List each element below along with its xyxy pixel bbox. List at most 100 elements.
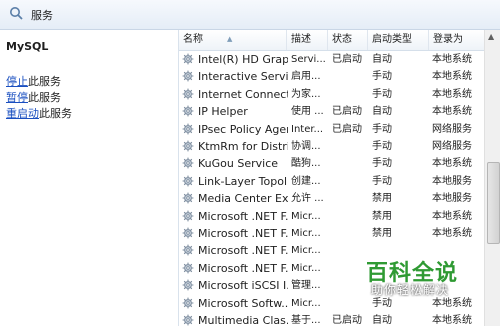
service-description: Micr... xyxy=(291,245,321,257)
table-row[interactable]: Microsoft .NET F... Micr... 禁用 本地系统 xyxy=(179,225,484,242)
column-header-description[interactable]: 描述 xyxy=(287,30,328,50)
table-row[interactable]: Interactive Servi...启用... 手动 本地系统 xyxy=(179,68,484,85)
watermark-subtitle: 助你轻松解决 xyxy=(371,283,450,297)
column-label: 启动类型 xyxy=(372,34,412,45)
service-gear-icon xyxy=(182,157,194,169)
service-status xyxy=(332,242,368,259)
action-stop: 停止此服务 xyxy=(6,73,61,89)
service-description: 使用 ... xyxy=(291,106,324,118)
table-row[interactable]: IPsec Policy Agent Inter... 已启动 手动 网络服务 xyxy=(179,121,484,138)
service-name: Microsoft iSCSI I... xyxy=(198,279,288,293)
table-row[interactable]: IP Helper 使用 ... 已启动 自动 本地系统 xyxy=(179,103,484,120)
service-name-cell: Microsoft .NET F... xyxy=(182,242,288,259)
vertical-scrollbar[interactable]: ▲ xyxy=(484,30,500,326)
service-name: Microsoft .NET F... xyxy=(198,261,288,275)
sort-ascending-icon: ▲ xyxy=(227,35,233,43)
service-gear-icon xyxy=(182,244,194,256)
service-description: 协调... xyxy=(291,141,321,152)
service-name-cell: Internet Connect... xyxy=(182,86,288,103)
table-row[interactable]: Multimedia Clas... 基于... 已启动 自动 本地系统 xyxy=(179,312,484,326)
service-description: 创建... xyxy=(291,175,321,187)
title-bar: 服务 xyxy=(0,0,500,30)
service-name: Microsoft Softw... xyxy=(198,296,288,310)
service-status xyxy=(332,208,368,225)
service-status xyxy=(332,68,368,85)
service-name-cell: Link-Layer Topol... xyxy=(182,173,288,190)
service-description: 为家... xyxy=(291,88,321,100)
service-description: 允许 ... xyxy=(291,193,324,205)
service-startup-type: 禁用 xyxy=(372,210,392,222)
restart-service-link[interactable]: 重启动 xyxy=(6,107,39,120)
service-logon-as: 本地系统 xyxy=(432,54,472,65)
service-startup-type: 禁用 xyxy=(372,228,392,239)
service-description: Inter... xyxy=(291,123,324,135)
service-description: Micr... xyxy=(291,228,321,239)
table-row[interactable]: Intel(R) HD Grap...Servi... 已启动自动 本地系统 xyxy=(179,51,484,68)
service-status xyxy=(332,155,368,172)
scrollbar-thumb[interactable] xyxy=(487,162,500,244)
column-label: 登录为 xyxy=(433,34,463,45)
service-name: IP Helper xyxy=(198,105,248,119)
service-name: IPsec Policy Agent xyxy=(198,122,288,136)
service-gear-icon xyxy=(182,227,194,239)
service-gear-icon xyxy=(182,210,194,222)
service-name-cell: KtmRm for Distri... xyxy=(182,138,288,155)
service-status xyxy=(332,225,368,242)
service-startup-type: 禁用 xyxy=(372,193,392,205)
service-logon-as: 本地服务 xyxy=(432,175,472,187)
service-name: Media Center Ex... xyxy=(198,192,288,206)
table-row[interactable]: Link-Layer Topol... 创建... 手动 本地服务 xyxy=(179,173,484,190)
service-gear-icon xyxy=(182,297,194,309)
service-gear-icon xyxy=(182,175,194,187)
service-name-cell: Media Center Ex... xyxy=(182,190,288,207)
column-header-startup-type[interactable]: 启动类型 xyxy=(368,30,429,50)
service-description: 基于... xyxy=(291,315,321,326)
service-name: KuGou Service xyxy=(198,157,279,171)
service-gear-icon xyxy=(182,123,194,135)
service-name-cell: Multimedia Clas... xyxy=(182,312,288,326)
service-startup-type: 手动 xyxy=(372,141,392,152)
service-status xyxy=(332,295,368,312)
action-restart: 重启动此服务 xyxy=(6,105,72,121)
service-description: 启用... xyxy=(291,71,321,83)
service-status xyxy=(332,260,368,277)
service-name: Interactive Servi... xyxy=(198,70,288,84)
service-logon-as: 本地系统 xyxy=(432,106,472,118)
service-startup-type: 自动 xyxy=(372,315,392,326)
service-description: Micr... xyxy=(291,262,321,274)
service-gear-icon xyxy=(182,70,194,82)
service-name-cell: IP Helper xyxy=(182,103,288,120)
action-suffix: 此服务 xyxy=(28,91,61,104)
table-header: 名称 ▲ 描述 状态 启动类型 登录为 xyxy=(179,30,484,51)
service-description: 酷狗... xyxy=(291,158,321,170)
service-logon-as: 本地系统 xyxy=(432,158,472,170)
column-label: 描述 xyxy=(291,34,311,45)
service-status: 已启动 xyxy=(332,123,362,135)
service-startup-type: 手动 xyxy=(372,88,392,100)
service-name-cell: Microsoft .NET F... xyxy=(182,208,288,225)
column-header-status[interactable]: 状态 xyxy=(328,30,368,50)
service-name: Link-Layer Topol... xyxy=(198,174,288,188)
service-name-cell: Microsoft .NET F... xyxy=(182,225,288,242)
service-name-cell: Interactive Servi... xyxy=(182,68,288,85)
service-name-cell: Microsoft iSCSI I... xyxy=(182,277,288,294)
table-row[interactable]: KtmRm for Distri...协调... 手动 网络服务 xyxy=(179,138,484,155)
table-row[interactable]: Media Center Ex...允许 ... 禁用 本地服务 xyxy=(179,190,484,207)
column-header-name[interactable]: 名称 ▲ xyxy=(179,30,287,50)
scroll-up-icon[interactable]: ▲ xyxy=(488,32,494,41)
column-header-logon-as[interactable]: 登录为 xyxy=(429,30,484,50)
action-pause: 暂停此服务 xyxy=(6,89,61,105)
service-startup-type: 手动 xyxy=(372,71,392,83)
table-row[interactable]: KuGou Service 酷狗... 手动 本地系统 xyxy=(179,155,484,172)
service-name: Microsoft .NET F... xyxy=(198,227,288,240)
service-status xyxy=(332,138,368,155)
pause-service-link[interactable]: 暂停 xyxy=(6,91,28,104)
table-row[interactable]: Microsoft .NET F... Micr... 禁用 本地系统 xyxy=(179,208,484,225)
stop-service-link[interactable]: 停止 xyxy=(6,75,28,88)
service-name: Microsoft .NET F... xyxy=(198,244,288,258)
table-row[interactable]: Internet Connect...为家... 手动 本地系统 xyxy=(179,86,484,103)
service-name: Internet Connect... xyxy=(198,87,288,101)
service-logon-as: 本地系统 xyxy=(432,228,472,239)
service-description: Micr... xyxy=(291,210,321,222)
service-gear-icon xyxy=(182,192,194,204)
